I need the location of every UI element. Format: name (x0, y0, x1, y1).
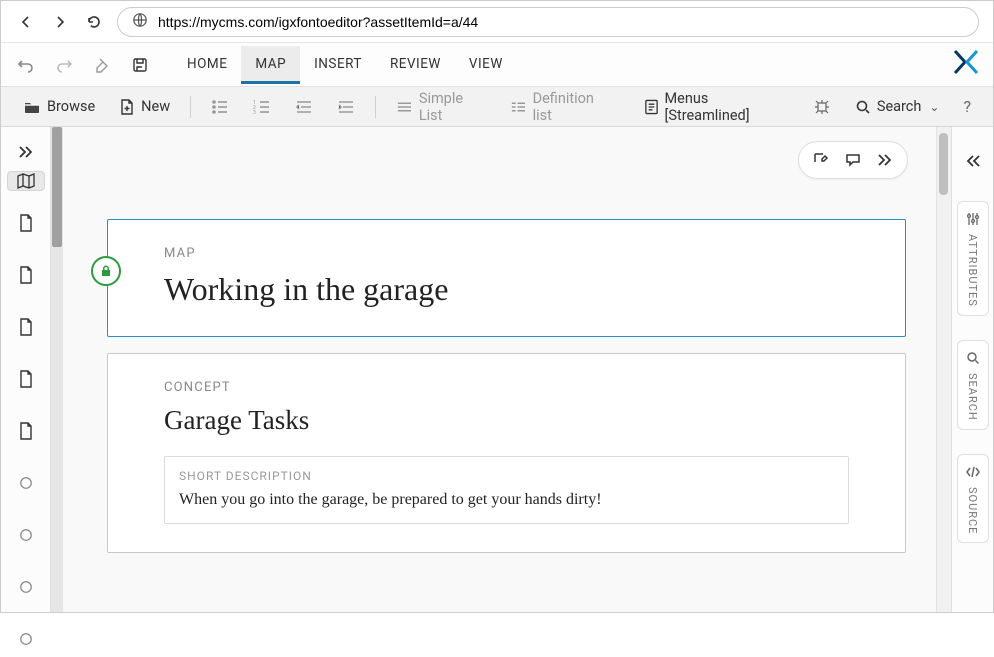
unresolved-item-2[interactable] (7, 517, 45, 553)
tab-view[interactable]: VIEW (455, 46, 517, 84)
tab-home[interactable]: HOME (173, 46, 241, 84)
tab-insert[interactable]: INSERT (300, 46, 376, 84)
browser-chrome (1, 1, 993, 43)
definition-list-button[interactable]: Definition list (502, 85, 620, 129)
doc-item-1[interactable] (7, 205, 45, 241)
definition-list-label: Definition list (533, 90, 612, 124)
search-panel-button[interactable]: SEARCH (957, 340, 989, 430)
search-label: Search (877, 98, 922, 115)
undo-button[interactable] (15, 54, 37, 76)
search-button[interactable]: Search ⌄ (847, 93, 948, 120)
left-scrollbar[interactable] (51, 127, 63, 612)
clear-button[interactable] (91, 54, 113, 76)
doc-item-3[interactable] (7, 309, 45, 345)
menus-button[interactable]: Menus [Streamlined] (636, 85, 797, 129)
simple-list-label: Simple List (419, 90, 486, 124)
help-button[interactable]: ? (955, 97, 979, 116)
attributes-label: ATTRIBUTES (966, 234, 979, 307)
doc-item-4[interactable] (7, 361, 45, 397)
save-button[interactable] (129, 54, 151, 76)
back-button[interactable] (15, 11, 37, 33)
tab-review[interactable]: REVIEW (376, 46, 455, 84)
tab-map[interactable]: MAP (241, 46, 300, 84)
map-card[interactable]: MAP Working in the garage (107, 219, 906, 337)
url-input[interactable] (158, 14, 964, 30)
unresolved-item-1[interactable] (7, 465, 45, 501)
redo-button[interactable] (53, 54, 75, 76)
scrollbar-thumb[interactable] (939, 133, 948, 195)
shortdesc-block[interactable]: SHORT DESCRIPTION When you go into the g… (164, 456, 849, 524)
map-title[interactable]: Working in the garage (164, 271, 849, 308)
bulleted-list-button[interactable] (203, 94, 237, 120)
menus-label: Menus [Streamlined] (665, 90, 789, 124)
reload-button[interactable] (83, 11, 105, 33)
menubar-tabs: HOME MAP INSERT REVIEW VIEW (173, 46, 517, 84)
sliders-icon (963, 210, 983, 228)
unresolved-item-4[interactable] (7, 621, 45, 657)
right-scrollbar[interactable] (936, 127, 951, 612)
source-panel-label: SOURCE (966, 487, 979, 534)
concept-eyebrow: CONCEPT (164, 380, 849, 395)
processor-button[interactable] (805, 93, 839, 121)
new-label: New (141, 98, 170, 115)
outdent-button[interactable] (287, 94, 321, 120)
svg-text:3: 3 (253, 110, 256, 115)
map-eyebrow: MAP (164, 246, 849, 261)
left-rail (1, 127, 51, 612)
app-toolbar: Browse New 123 Simple List Definition li… (1, 87, 993, 127)
search-icon (963, 349, 983, 367)
numbered-list-button[interactable]: 123 (245, 94, 279, 120)
chevron-down-icon: ⌄ (929, 100, 939, 114)
browse-button[interactable]: Browse (15, 93, 103, 120)
url-bar[interactable] (117, 7, 979, 37)
browse-label: Browse (47, 98, 95, 115)
right-rail: ATTRIBUTES SEARCH SOURCE (951, 127, 993, 612)
editor-canvas[interactable]: MAP Working in the garage CONCEPT Garage… (63, 127, 936, 612)
scrollbar-thumb[interactable] (52, 127, 62, 247)
simple-list-button[interactable]: Simple List (388, 85, 494, 129)
separator (375, 96, 376, 118)
concept-card[interactable]: CONCEPT Garage Tasks SHORT DESCRIPTION W… (107, 353, 906, 553)
comment-button[interactable] (839, 146, 867, 174)
shortdesc-body[interactable]: When you go into the garage, be prepared… (179, 491, 834, 509)
collapse-right-rail-button[interactable] (957, 145, 989, 177)
lock-icon (91, 256, 121, 286)
source-panel-button[interactable]: SOURCE (957, 454, 989, 543)
code-icon (963, 463, 983, 481)
brand-logo (953, 49, 979, 81)
indent-button[interactable] (329, 94, 363, 120)
separator (190, 96, 191, 118)
unresolved-item-3[interactable] (7, 569, 45, 605)
attributes-panel-button[interactable]: ATTRIBUTES (957, 201, 989, 316)
search-panel-label: SEARCH (966, 373, 979, 421)
floating-toolbar (798, 141, 908, 179)
forward-button[interactable] (49, 11, 71, 33)
shortdesc-label: SHORT DESCRIPTION (179, 469, 834, 483)
workspace: MAP Working in the garage CONCEPT Garage… (1, 127, 993, 612)
app-menubar: HOME MAP INSERT REVIEW VIEW (1, 43, 993, 87)
globe-icon (132, 12, 148, 32)
doc-item-2[interactable] (7, 257, 45, 293)
new-button[interactable]: New (111, 93, 178, 121)
editor-area: MAP Working in the garage CONCEPT Garage… (51, 127, 951, 612)
edit-button[interactable] (807, 146, 835, 174)
map-view-button[interactable] (7, 171, 45, 191)
expand-right-button[interactable] (871, 146, 899, 174)
concept-title[interactable]: Garage Tasks (164, 405, 849, 436)
doc-item-5[interactable] (7, 413, 45, 449)
expand-left-rail-button[interactable] (7, 145, 45, 159)
